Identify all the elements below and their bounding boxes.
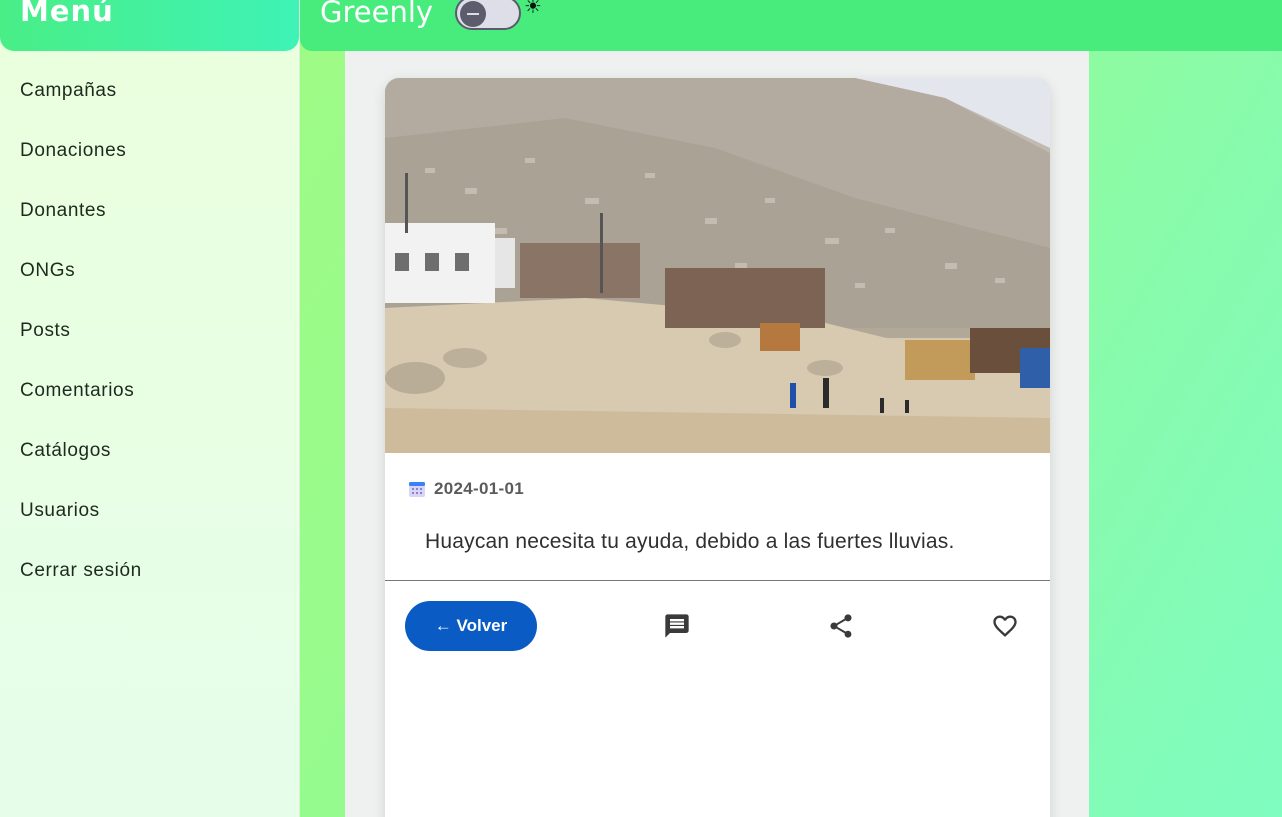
calendar-icon <box>409 482 425 497</box>
sidebar-item-usuarios[interactable]: Usuarios <box>0 480 299 540</box>
sidebar-item-donantes[interactable]: Donantes <box>0 180 299 240</box>
top-bar: Greenly ☀ <box>300 0 1282 51</box>
sidebar-item-ongs[interactable]: ONGs <box>0 240 299 300</box>
sidebar-item-catalogos[interactable]: Catálogos <box>0 420 299 480</box>
sidebar: Menú Campañas Donaciones Donantes ONGs P… <box>0 0 300 817</box>
post-date: 2024-01-01 <box>434 479 524 498</box>
post-image <box>385 78 1050 453</box>
theme-toggle-knob <box>460 1 486 27</box>
sidebar-menu: Campañas Donaciones Donantes ONGs Posts … <box>0 60 299 600</box>
post-image-illustration <box>385 78 1050 453</box>
sidebar-item-donaciones[interactable]: Donaciones <box>0 120 299 180</box>
sun-icon: ☀ <box>524 0 542 18</box>
post-description: Huaycan necesita tu ayuda, debido a las … <box>425 530 955 553</box>
share-icon[interactable] <box>827 612 855 640</box>
heart-icon[interactable] <box>991 612 1019 640</box>
post-card: 2024-01-01 Huaycan necesita tu ayuda, de… <box>385 78 1050 817</box>
main-content: 2024-01-01 Huaycan necesita tu ayuda, de… <box>345 51 1089 817</box>
sidebar-title: Menú <box>20 0 114 28</box>
brand-name: Greenly <box>320 0 434 29</box>
sidebar-item-cerrar-sesion[interactable]: Cerrar sesión <box>0 540 299 600</box>
sidebar-item-posts[interactable]: Posts <box>0 300 299 360</box>
theme-toggle[interactable] <box>455 0 521 30</box>
sidebar-item-comentarios[interactable]: Comentarios <box>0 360 299 420</box>
post-meta: 2024-01-01 <box>408 478 524 500</box>
comment-icon[interactable] <box>663 612 691 640</box>
post-actions: ← Volver <box>385 601 1050 651</box>
sidebar-item-campanas[interactable]: Campañas <box>0 60 299 120</box>
back-button[interactable]: ← Volver <box>405 601 537 651</box>
divider <box>385 580 1050 581</box>
sidebar-header: Menú <box>0 0 299 51</box>
